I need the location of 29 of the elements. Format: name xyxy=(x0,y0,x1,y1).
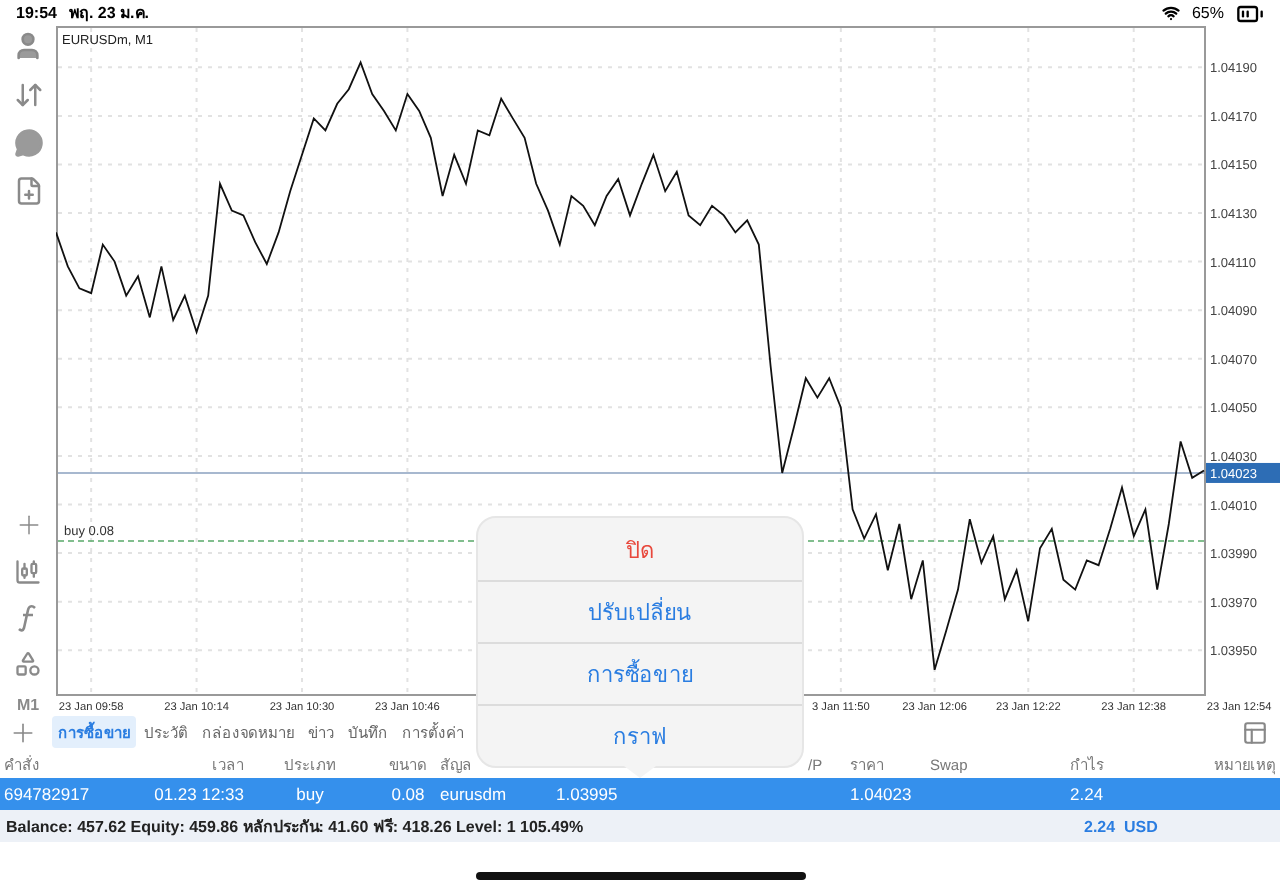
menu-item[interactable]: กราฟ xyxy=(478,704,802,766)
menu-item[interactable]: การซื้อขาย xyxy=(478,642,802,704)
table-cell-text: buy xyxy=(294,784,326,804)
chat-icon[interactable] xyxy=(13,128,43,158)
table-cell-text: 0.08 xyxy=(389,784,427,804)
account-summary: Balance: 457.62 Equity: 459.86 หลักประกัน: 41.60 ฟรี: 418.26 Level: 1 105.49% xyxy=(6,815,586,839)
menu-item[interactable]: ปรับเปลี่ยน xyxy=(478,580,802,642)
arrows-icon[interactable] xyxy=(13,80,43,110)
shapes-icon[interactable] xyxy=(14,650,42,678)
table-cell-text: 694782917 xyxy=(4,784,92,804)
wifi-icon xyxy=(1161,4,1180,22)
user-icon[interactable] xyxy=(12,30,44,62)
date: พฤ. 23 ม.ค. xyxy=(68,2,149,26)
total-profit: 2.24 USD xyxy=(1084,817,1160,835)
layout-icon[interactable] xyxy=(1242,719,1268,745)
battery-percent: 65% xyxy=(1191,4,1224,22)
battery-icon xyxy=(1236,0,1264,27)
table-cell-text: 2.24 xyxy=(1070,784,1106,804)
timeframe-button[interactable]: M1 xyxy=(16,696,40,714)
position-row[interactable]: 694782917 01.23 12:33 buy 0.08 eurusdm 1.03995 1.04023 2.24 xyxy=(0,778,1280,810)
new-document-icon[interactable] xyxy=(13,176,43,206)
table-cell-text: eurusdm xyxy=(440,784,509,804)
function-icon[interactable] xyxy=(18,604,38,632)
table-cell-text: 1.04023 xyxy=(850,784,914,804)
menu-item[interactable]: ปิด xyxy=(478,518,802,580)
candlestick-icon[interactable] xyxy=(14,558,42,586)
clock: 19:54 xyxy=(16,4,57,22)
table-cell-text: 01.23 12:33 xyxy=(152,784,244,804)
table-cell-text: 1.03995 xyxy=(556,784,620,804)
